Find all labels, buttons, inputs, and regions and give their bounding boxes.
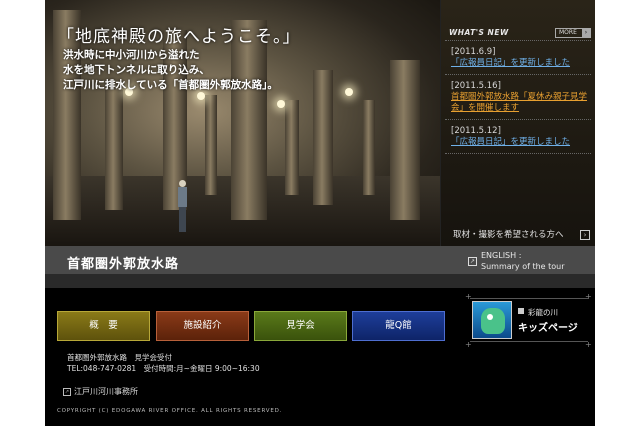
ceiling-light [345,88,353,96]
office-link[interactable]: 江戸川河川事務所 [74,386,138,397]
tour-contact-info: 首都圏外郭放水路 見学会受付 TEL:048-747-0281 受付時間:月~金… [67,352,260,374]
hero-desc-line: 水を地下トンネルに取り込み、 [63,64,210,76]
news-link[interactable]: 首都圏外郭放水路「夏休み親子見学会」を開催します [451,92,587,114]
news-date: [2011.6.9] [451,47,496,57]
square-bullet-icon [518,308,524,314]
external-link-icon: ↗ [63,388,71,396]
hero-title: 「地底神殿の旅へようこそ。」 [57,27,301,47]
contact-line: 首都圏外郭放水路 見学会受付 [67,353,172,362]
hero-description: 洪水時に中小河川から溢れた 水を地下トンネルに取り込み、 江戸川に排水している「… [63,48,333,93]
kids-title: キッズページ [518,323,578,334]
arrow-right-icon: › [582,29,590,37]
nav-facilities-button[interactable]: 施設紹介 [156,311,249,341]
ceiling-light [277,100,285,108]
english-line: Summary of the tour [481,262,565,271]
site-container: 「地底神殿の旅へようこそ。」 洪水時に中小河川から溢れた 水を地下トンネルに取り… [45,0,595,426]
nav-overview-button[interactable]: 概 要 [57,311,150,341]
news-date: [2011.5.16] [451,81,501,91]
plus-ornament-icon: + [465,292,472,301]
nav-ryuqkan-button[interactable]: 龍Q館 [352,311,445,341]
arrow-right-icon: › [580,230,590,240]
copyright: COPYRIGHT (C) EDOGAWA RIVER OFFICE. ALL … [57,408,283,414]
title-bar: 首都圏外郭放水路 ↗ ENGLISH : Summary of the tour [45,246,595,274]
interview-link[interactable]: 取材・撮影を希望される方へ › [441,228,595,242]
whats-new-panel: WHAT'S NEW MORE › [2011.6.9] 「広報員日記」を更新し… [440,0,595,246]
kids-subtitle: 彩龍の川 [528,308,558,317]
whats-new-title: WHAT'S NEW [449,28,509,37]
site-name: 首都圏外郭放水路 [67,257,180,272]
news-link[interactable]: 「広報員日記」を更新しました [451,58,587,69]
pillar [390,60,420,220]
nav-tour-button[interactable]: 見学会 [254,311,347,341]
more-label: MORE [559,29,577,36]
kids-page-banner[interactable]: 彩龍の川 キッズページ [470,298,588,342]
news-link[interactable]: 「広報員日記」を更新しました [451,137,587,148]
external-link-icon: ↗ [468,257,477,266]
hero-desc-line: 洪水時に中小河川から溢れた [63,49,200,61]
hero-desc-line: 江戸川に排水している「首都圏外郭放水路」。 [63,79,278,91]
pillar [285,100,299,195]
dragon-mascot-icon [472,301,512,339]
person-figure [177,180,187,232]
news-item: [2011.5.16] 首都圏外郭放水路「夏休み親子見学会」を開催します [445,74,591,119]
english-line: ENGLISH : [481,251,522,260]
ceiling-light [197,92,205,100]
pillar [363,100,375,195]
news-item: [2011.5.12] 「広報員日記」を更新しました [445,119,591,154]
news-date: [2011.5.12] [451,126,501,136]
pillar [205,95,217,195]
more-button[interactable]: MORE › [555,28,591,38]
plus-ornament-icon: + [585,340,592,349]
english-link[interactable]: ENGLISH : Summary of the tour [481,250,565,272]
plus-ornament-icon: + [585,292,592,301]
contact-line: TEL:048-747-0281 受付時間:月~金曜日 9:00~16:30 [67,364,260,373]
news-item: [2011.6.9] 「広報員日記」を更新しました [445,40,591,74]
interview-label: 取材・撮影を希望される方へ [453,230,564,240]
pillar [105,90,123,210]
plus-ornament-icon: + [465,340,472,349]
divider-strip [45,274,595,288]
whats-new-header: WHAT'S NEW MORE › [441,0,595,40]
hero-photo: 「地底神殿の旅へようこそ。」 洪水時に中小河川から溢れた 水を地下トンネルに取り… [45,0,440,246]
